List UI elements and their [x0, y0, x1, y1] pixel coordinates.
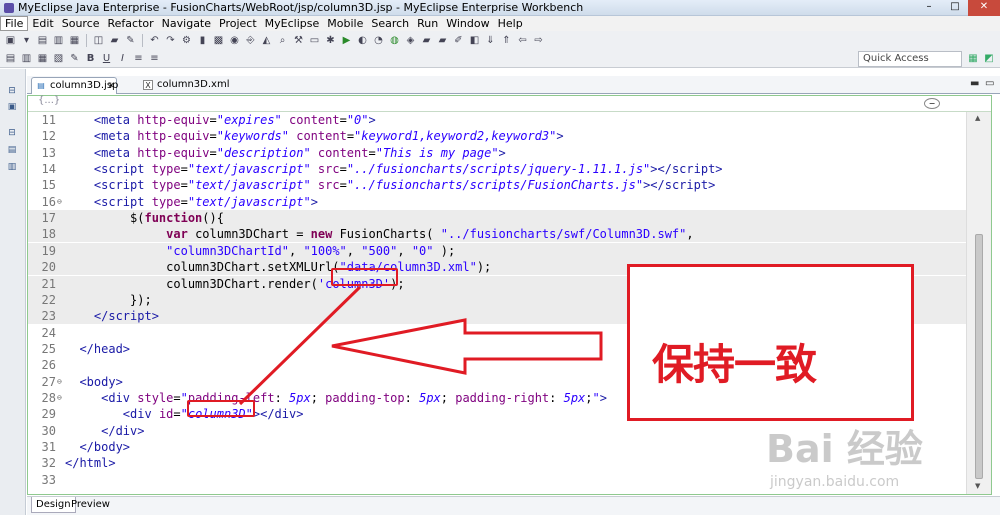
- annotation-box: 保持一致: [627, 264, 914, 421]
- eclipse-workbench: MyEclipse Java Enterprise - FusionCharts…: [0, 0, 1000, 515]
- watermark-brand: Bai 经验: [766, 427, 923, 471]
- baidu-watermark: Bai 经验 jingyan.baidu.com: [766, 418, 996, 510]
- watermark-url: jingyan.baidu.com: [770, 474, 900, 490]
- annotation-text: 保持一致: [652, 340, 817, 389]
- left-arrow-icon: [331, 318, 603, 375]
